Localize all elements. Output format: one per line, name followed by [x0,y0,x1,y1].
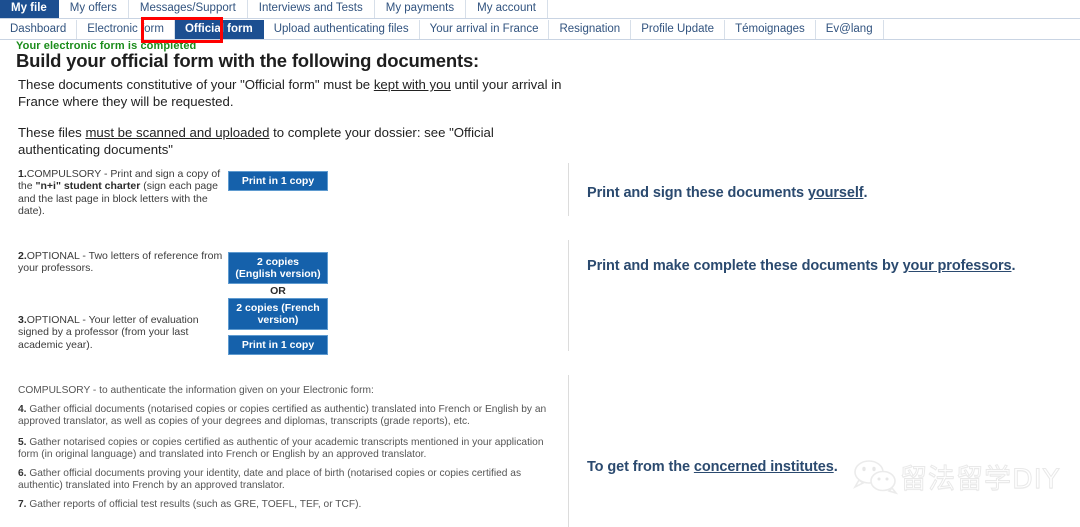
callout-3-underline: concerned institutes [693,459,834,475]
item-2-number: 2. [18,250,27,262]
intro-p1-underline: kept with you [373,77,451,92]
item-7-text: Gather reports of official test results … [26,499,362,510]
item-6-number: 6. [18,468,27,479]
nav-tab-label: My file [11,2,47,15]
print-1-copy-button-evaluation[interactable]: Print in 1 copy [228,335,328,355]
subnav-tab-upload-authenticating-files[interactable]: Upload authenticating files [263,20,420,39]
subnav-tab-resignation[interactable]: Resignation [549,20,632,39]
item-5-number: 5. [18,437,27,448]
subnav-tab-label: Upload authenticating files [273,22,409,35]
subnav-tab-dashboard[interactable]: Dashboard [0,20,78,39]
secondary-navbar: Dashboard Electronic form Official form … [0,20,1080,40]
item-6-text: Gather official documents proving your i… [18,468,522,491]
compulsory-heading: COMPULSORY - to authenticate the informa… [18,385,374,396]
two-copies-english-button[interactable]: 2 copies (English version) [228,252,328,284]
page-title: Build your official form with the follow… [16,50,479,71]
subnav-tab-electronic-form[interactable]: Electronic form [77,20,175,39]
intro-text: These documents constitutive of your "Of… [18,76,576,172]
item-5-text: Gather notarised copies or copies certif… [18,437,544,460]
nav-tab-my-file[interactable]: My file [0,0,59,18]
nav-tab-my-account[interactable]: My account [466,0,548,18]
subnav-tab-label: Official form [184,22,253,35]
nav-tab-label: My payments [385,2,455,15]
intro-p1-before: These documents constitutive of your "Of… [18,77,374,92]
list-item-2: 2.OPTIONAL - Two letters of reference fr… [18,250,223,275]
list-item-5: 5. Gather notarised copies or copies cer… [18,437,566,461]
nav-tab-messages-support[interactable]: Messages/Support [128,0,248,18]
watermark-text: 留法留学DIY [899,464,1061,496]
subnav-tab-temoignages[interactable]: Témoignages [725,20,816,39]
callout-1-after: . [863,185,868,201]
callout-section-2: Print and make complete these documents … [587,258,1016,274]
wechat-icon [852,459,899,494]
intro-p2-before: These files [18,125,86,140]
or-separator-label: OR [270,285,286,297]
callout-section-3: To get from the concerned institutes. [587,459,838,475]
primary-navbar: My file My offers Messages/Support Inter… [0,0,1080,19]
item-1-kind: COMPULSORY [26,168,102,180]
subnav-tab-official-form[interactable]: Official form [174,20,264,39]
callout-1-underline: yourself [807,185,864,201]
intro-paragraph-2: These files must be scanned and uploaded… [18,124,576,158]
callout-3-after: . [833,459,838,475]
item-4-text: Gather official documents (notarised cop… [18,404,547,427]
subnav-tab-label: Ev@lang [825,22,873,35]
callout-section-1: Print and sign these documents yourself. [587,185,868,201]
section-divider-2 [568,240,569,351]
subnav-tab-label: Resignation [559,22,621,35]
callout-1-before: Print and sign these documents [587,185,808,201]
list-item-1: 1.COMPULSORY - Print and sign a copy of … [18,168,223,218]
callout-3-before: To get from the [587,459,694,475]
subnav-tab-label: Dashboard [10,22,67,35]
section-divider-3 [568,375,569,527]
nav-tab-label: My account [477,2,536,15]
item-3-kind: OPTIONAL [26,314,80,326]
section-2-button-column: 2 copies (English version) OR 2 copies (… [228,252,328,355]
subnav-tab-label: Témoignages [735,22,805,35]
subnav-tab-evalang[interactable]: Ev@lang [815,20,884,39]
nav-tab-label: Messages/Support [139,2,236,15]
item-2-kind: OPTIONAL [26,250,80,262]
subnav-tab-profile-update[interactable]: Profile Update [631,20,726,39]
subnav-tab-label: Profile Update [641,22,715,35]
primary-navbar-filler [547,0,1080,18]
nav-tab-interviews-and-tests[interactable]: Interviews and Tests [247,0,375,18]
item-7-number: 7. [18,499,27,510]
nav-tab-my-payments[interactable]: My payments [374,0,467,18]
nav-tab-label: My offers [69,2,117,15]
list-item-4: 4. Gather official documents (notarised … [18,404,566,428]
nav-tab-my-offers[interactable]: My offers [58,0,129,18]
intro-p2-underline: must be scanned and uploaded [85,125,270,140]
subnav-tab-your-arrival-in-france[interactable]: Your arrival in France [419,20,550,39]
list-item-6: 6. Gather official documents proving you… [18,468,566,492]
nav-tab-label: Interviews and Tests [258,2,363,15]
item-3-number: 3. [18,314,27,326]
watermark: 留法留学DIY [852,457,1060,496]
callout-2-after: . [1011,258,1016,274]
list-item-3: 3.OPTIONAL - Your letter of evaluation s… [18,314,223,351]
callout-2-before: Print and make complete these documents … [587,258,903,274]
list-item-7: 7. Gather reports of official test resul… [18,499,566,511]
item-4-number: 4. [18,404,27,415]
subnav-tab-label: Your arrival in France [429,22,539,35]
two-copies-french-button[interactable]: 2 copies (French version) [228,298,328,330]
section-1-button-column: Print in 1 copy [228,171,328,191]
item-1-number: 1. [18,168,27,180]
intro-paragraph-1: These documents constitutive of your "Of… [18,76,576,110]
secondary-navbar-filler [884,20,1080,39]
item-1-bold: "n+i" student charter [35,180,141,193]
status-badge: Your electronic form is completed [16,40,197,52]
page-root: My file My offers Messages/Support Inter… [0,0,1080,527]
callout-2-underline: your professors [902,258,1012,274]
subnav-tab-label: Electronic form [87,22,164,35]
print-1-copy-button-charter[interactable]: Print in 1 copy [228,171,328,191]
section-divider-1 [568,163,569,216]
